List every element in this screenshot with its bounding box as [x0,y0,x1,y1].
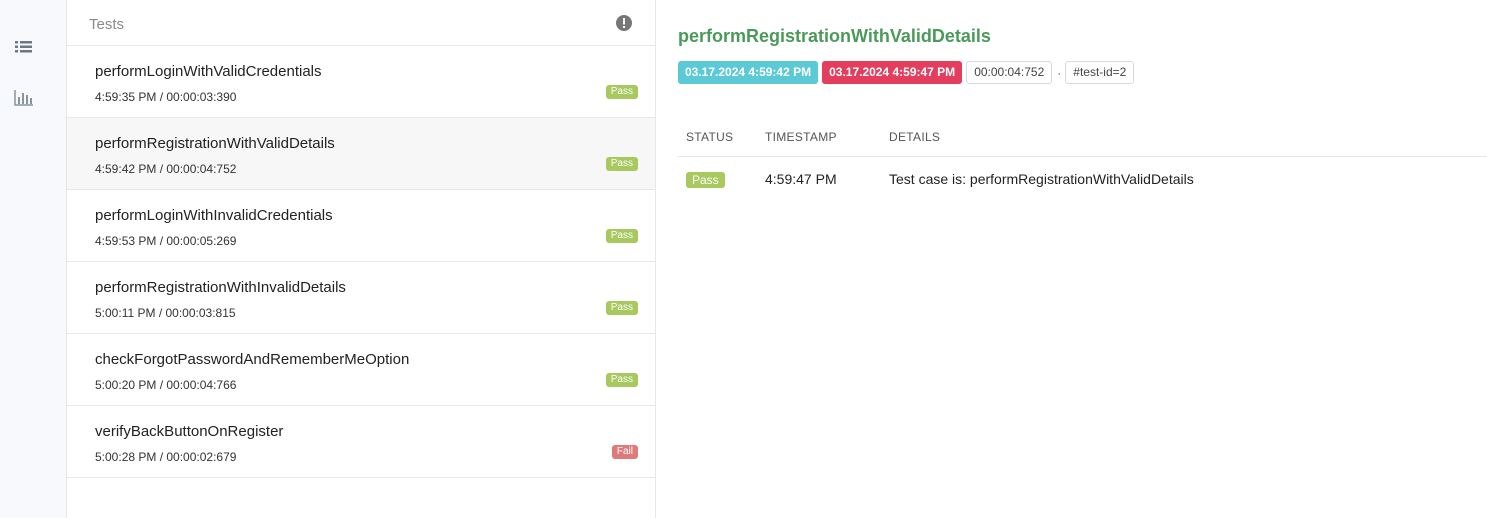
left-nav [0,0,67,518]
test-time-duration: 5:00:20 PM / 00:00:04:766 [95,378,237,392]
test-detail-chips: 03.17.2024 4:59:42 PM 03.17.2024 4:59:47… [678,61,1138,84]
tests-panel-header: Tests [67,0,655,46]
details-column-header: DETAILS [881,118,1487,157]
list-icon[interactable] [14,39,34,57]
test-item-selected[interactable]: performRegistrationWithValidDetails 4:59… [67,118,655,190]
status-column-header: STATUS [678,118,757,157]
timestamp-column-header: TIMESTAMP [757,118,881,157]
end-time-chip: 03.17.2024 4:59:47 PM [822,61,963,84]
test-name: performLoginWithInvalidCredentials [95,207,333,224]
table-row: Pass 4:59:47 PM Test case is: performReg… [678,157,1487,202]
test-time-duration: 5:00:28 PM / 00:00:02:679 [95,450,237,464]
test-name: verifyBackButtonOnRegister [95,423,284,440]
duration-chip: 00:00:04:752 [966,61,1053,84]
log-status-cell: Pass [678,157,757,202]
status-badge: Pass [605,85,638,99]
test-name: checkForgotPasswordAndRememberMeOption [95,351,410,368]
status-badge: Pass [605,157,638,171]
test-item[interactable]: performLoginWithInvalidCredentials 4:59:… [67,190,655,262]
test-item[interactable]: checkForgotPasswordAndRememberMeOption 5… [67,334,655,406]
status-badge: Pass [605,229,638,243]
log-table-header-row: STATUS TIMESTAMP DETAILS [678,118,1487,157]
test-time-duration: 4:59:42 PM / 00:00:04:752 [95,162,237,176]
log-details: Test case is: performRegistrationWithVal… [889,171,1194,187]
alert-icon[interactable] [616,15,632,31]
test-item[interactable]: performLoginWithValidCredentials 4:59:35… [67,46,655,118]
test-name: performLoginWithValidCredentials [95,63,322,80]
test-id-chip: #test-id=2 [1065,61,1135,84]
status-badge: Pass [686,171,725,188]
start-time-chip: 03.17.2024 4:59:42 PM [678,61,819,84]
test-detail-title: performRegistrationWithValidDetails [678,26,991,46]
test-detail-panel: performRegistrationWithValidDetails 03.1… [656,0,1487,518]
test-time-duration: 4:59:53 PM / 00:00:05:269 [95,234,237,248]
log-table: STATUS TIMESTAMP DETAILS Pass 4:59:47 PM… [678,118,1487,201]
log-timestamp: 4:59:47 PM [765,171,837,187]
test-name: performRegistrationWithValidDetails [95,135,335,152]
tests-panel-title: Tests [89,16,125,33]
status-badge: Pass [605,373,638,387]
bar-chart-icon[interactable] [14,89,34,107]
test-item[interactable]: verifyBackButtonOnRegister 5:00:28 PM / … [67,406,655,478]
test-item[interactable]: performRegistrationWithInvalidDetails 5:… [67,262,655,334]
tests-panel: Tests performLoginWithValidCredentials 4… [67,0,656,518]
test-name: performRegistrationWithInvalidDetails [95,279,346,296]
test-time-duration: 4:59:35 PM / 00:00:03:390 [95,90,237,104]
separator-dot: · [1057,65,1062,80]
test-time-duration: 5:00:11 PM / 00:00:03:815 [95,306,236,320]
status-badge: Pass [605,301,638,315]
status-badge: Fail [611,445,638,459]
